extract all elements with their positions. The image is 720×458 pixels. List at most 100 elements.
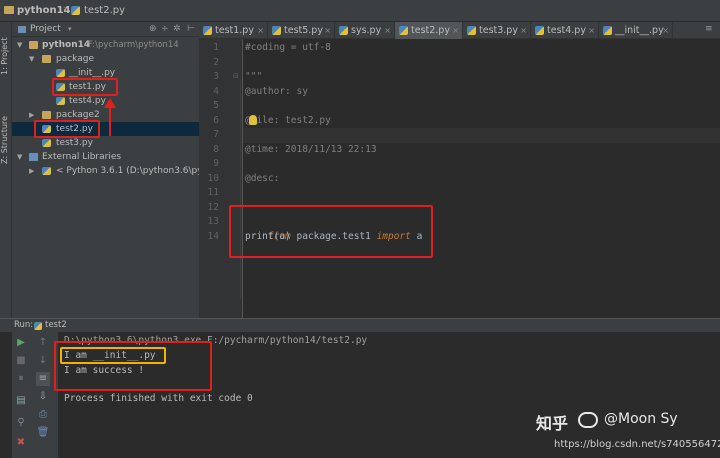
project-panel-header: Project ▾ ⊕ ÷ ✲ ⊢ <box>12 22 199 37</box>
structure-tool-tab[interactable]: Z: Structure <box>0 110 12 170</box>
project-tool-tab[interactable]: 1: Project <box>0 26 12 86</box>
run-config-name[interactable]: test2 <box>45 319 67 332</box>
python-file-icon <box>603 26 612 35</box>
close-run-icon[interactable]: ✖ <box>14 436 28 450</box>
pause-icon[interactable]: ⏸ <box>14 372 28 386</box>
tree-item-external-libraries[interactable]: ▼ External Libraries <box>12 150 199 164</box>
line-number: 5 <box>213 100 219 111</box>
tree-item-label: < Python 3.6.1 (D:\python3.6\pyth <box>56 166 212 176</box>
line-number: 11 <box>207 187 219 198</box>
hide-icon[interactable]: ⊢ <box>187 22 195 37</box>
tab-label: test3.py <box>479 25 518 36</box>
line-number: 7 <box>213 129 219 140</box>
restore-layout-icon[interactable]: ▤ <box>14 394 28 408</box>
python-file-icon <box>339 26 348 35</box>
expand-arrow-icon[interactable]: ▶ <box>29 164 34 178</box>
intention-bulb-icon[interactable] <box>249 115 257 125</box>
line-number: 12 <box>207 201 219 213</box>
watermark-url: https://blog.csdn.net/s740556472 <box>554 439 720 450</box>
python-file-icon <box>535 26 544 35</box>
close-icon[interactable]: × <box>520 22 527 39</box>
close-icon[interactable]: × <box>662 22 669 39</box>
stop-icon[interactable]: ■ <box>14 354 28 368</box>
tab-label: test2.py <box>411 25 450 36</box>
tab-init[interactable]: __init__.py × <box>599 22 673 39</box>
code-line: @time: 2018/11/13 22:13 <box>245 143 377 155</box>
expand-arrow-icon[interactable]: ▼ <box>29 52 34 66</box>
fold-marker-icon[interactable]: ⊟ <box>233 72 239 80</box>
line-number: 6 <box>213 114 219 126</box>
tree-item-path: F:\pycharm\python14 <box>88 40 179 50</box>
watermark-handle: @Moon Sy <box>604 411 678 427</box>
tab-test5[interactable]: test5.py × <box>268 22 335 39</box>
tab-label: test1.py <box>215 25 254 36</box>
breadcrumb-file[interactable]: test2.py <box>84 4 125 18</box>
code-editor[interactable]: #coding = utf-8 """ @author: sy @file: t… <box>229 39 720 318</box>
line-number: 1 <box>213 42 219 53</box>
annotation-box-code <box>229 205 433 258</box>
package-folder-icon <box>42 111 51 119</box>
tree-item-label: External Libraries <box>42 152 122 162</box>
scroll-end-icon[interactable]: ⇩ <box>36 390 50 404</box>
trash-icon[interactable]: 🗑 <box>36 426 50 440</box>
package-folder-icon <box>42 55 51 63</box>
library-icon <box>29 153 38 161</box>
settings-icon[interactable]: ✲ <box>173 22 181 37</box>
close-icon[interactable]: × <box>384 22 391 39</box>
tab-test2[interactable]: test2.py × <box>395 22 463 39</box>
tab-sys[interactable]: sys.py × <box>335 22 395 39</box>
console-output-line: Process finished with exit code 0 <box>64 393 253 404</box>
project-panel: Project ▾ ⊕ ÷ ✲ ⊢ ▼ python14 F:\pycharm\… <box>12 22 212 318</box>
tree-item-python14[interactable]: ▼ python14 F:\pycharm\python14 <box>12 38 199 52</box>
code-line: @file: test2.py <box>245 114 331 126</box>
tab-test3[interactable]: test3.py × <box>463 22 531 39</box>
tree-item-test3[interactable]: test3.py <box>12 136 199 150</box>
scroll-up-icon[interactable]: ↑ <box>36 336 50 350</box>
tab-label: sys.py <box>351 25 382 36</box>
dropdown-icon[interactable]: ▾ <box>68 22 72 37</box>
expand-arrow-icon[interactable]: ▼ <box>17 150 22 164</box>
soft-wrap-icon[interactable]: ≡ <box>36 372 50 386</box>
watermark-brand: 知乎 <box>536 414 569 433</box>
annotation-arrow-icon <box>104 98 116 136</box>
tree-item-label: python14 <box>42 40 91 50</box>
indent-guide <box>240 79 241 299</box>
python-sdk-icon <box>42 167 51 175</box>
tab-test4[interactable]: test4.py × <box>531 22 599 39</box>
run-toolbar: Run: test2 <box>0 318 720 332</box>
line-number: 2 <box>213 56 219 68</box>
line-number: 3 <box>213 71 219 82</box>
run-console[interactable]: D:\python3.6\python3.exe F:/pycharm/pyth… <box>54 332 720 458</box>
annotation-box-output <box>54 341 212 391</box>
close-icon[interactable]: × <box>588 22 595 39</box>
rerun-icon[interactable]: ▶ <box>14 336 28 350</box>
tree-item-label: test4.py <box>69 96 106 106</box>
tool-window-strip: 1: Project Z: Structure <box>0 22 12 318</box>
navigation-bar: python14 › test2.py <box>0 0 720 22</box>
expand-arrow-icon[interactable]: ▼ <box>17 38 22 52</box>
project-view-label[interactable]: Project <box>30 22 61 37</box>
tab-overflow-icon[interactable]: ≡ <box>705 24 713 34</box>
project-view-icon <box>18 26 26 33</box>
close-icon[interactable]: × <box>452 22 459 39</box>
locate-icon[interactable]: ⊕ <box>149 22 157 37</box>
close-icon[interactable]: × <box>257 22 264 39</box>
pin-icon[interactable]: ⚲ <box>14 416 28 430</box>
print-icon[interactable]: ⎙ <box>36 408 50 422</box>
scroll-down-icon[interactable]: ↓ <box>36 354 50 368</box>
python-file-icon <box>203 26 212 35</box>
tab-label: test4.py <box>547 25 586 36</box>
tree-item-python-sdk[interactable]: ▶ < Python 3.6.1 (D:\python3.6\pyth <box>12 164 212 178</box>
code-line: """ <box>245 71 263 82</box>
annotation-box-test1 <box>52 78 118 96</box>
python-file-icon <box>56 69 65 77</box>
tree-item-package[interactable]: ▼ package <box>12 52 199 66</box>
line-number: 14 <box>207 230 219 242</box>
tab-test1[interactable]: test1.py × <box>199 22 268 39</box>
line-number: 9 <box>213 158 219 169</box>
editor-gutter: 1 2 3 4 5 6 7 8 9 10 11 12 13 14 ⊟ <box>199 39 243 318</box>
python-file-icon <box>71 6 80 15</box>
close-icon[interactable]: × <box>324 22 331 39</box>
tree-item-label: test3.py <box>56 138 93 148</box>
collapse-icon[interactable]: ÷ <box>161 22 169 37</box>
